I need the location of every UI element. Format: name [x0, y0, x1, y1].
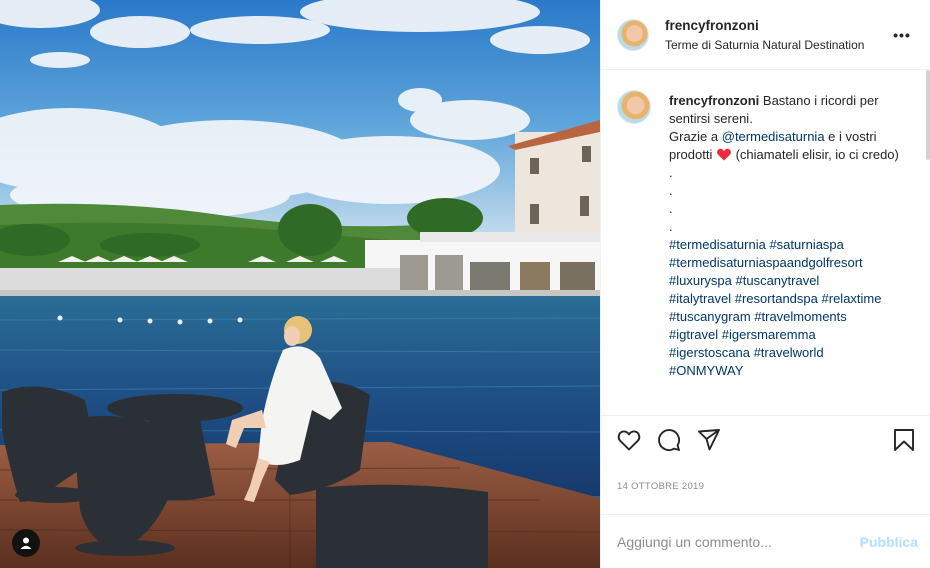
caption: frencyfronzoni Bastano i ricordi per sen… [617, 90, 914, 380]
hashtag-link[interactable]: #travelworld [754, 345, 824, 360]
avatar[interactable] [617, 18, 649, 51]
more-options-button[interactable]: ••• [890, 23, 914, 47]
comment-icon [658, 428, 681, 451]
header-username[interactable]: frencyfronzoni [665, 18, 864, 33]
hashtag-link[interactable]: #italytravel [669, 291, 731, 306]
caption-dot: . [669, 183, 673, 198]
photo-scene [0, 0, 600, 568]
hashtag-link[interactable]: #travelmoments [754, 309, 846, 324]
post-photo[interactable] [0, 0, 600, 568]
comments-section: frencyfronzoni Bastano i ricordi per sen… [601, 70, 930, 415]
caption-dot: . [669, 165, 673, 180]
red-heart-emoji-icon [717, 148, 731, 161]
comment-button[interactable] [655, 426, 683, 454]
bookmark-icon [894, 428, 914, 451]
caption-username[interactable]: frencyfronzoni [669, 93, 759, 108]
hashtag-link[interactable]: #tuscanygram [669, 309, 751, 324]
caption-avatar[interactable] [617, 90, 651, 124]
hashtag-link[interactable]: #igtravel [669, 327, 718, 342]
mention-link[interactable]: @termedisaturnia [722, 129, 825, 144]
hashtag-link[interactable]: #termedisaturniaspaandgolfresort [669, 255, 863, 270]
hashtag-link[interactable]: #termedisaturnia [669, 237, 766, 252]
like-button[interactable] [615, 426, 643, 454]
header-location[interactable]: Terme di Saturnia Natural Destination [665, 38, 864, 52]
hashtag-link[interactable]: #resortandspa [735, 291, 818, 306]
instagram-post: frencyfronzoni Terme di Saturnia Natural… [0, 0, 930, 568]
comment-input[interactable] [617, 533, 860, 550]
user-tag-button[interactable] [12, 529, 40, 557]
hashtag-link[interactable]: #luxuryspa [669, 273, 732, 288]
post-actions [601, 415, 930, 463]
hashtag-link[interactable]: #ONMYWAY [669, 363, 743, 378]
hashtag-link[interactable]: #igersmaremma [722, 327, 816, 342]
user-tag-icon [20, 537, 32, 549]
hashtag-link[interactable]: #relaxtime [822, 291, 882, 306]
caption-after-heart: (chiamateli elisir, io ci credo) [731, 147, 899, 162]
share-button[interactable] [695, 426, 723, 454]
post-date[interactable]: 14 OTTOBRE 2019 [601, 463, 930, 497]
caption-dot: . [669, 219, 673, 234]
hashtag-link[interactable]: #saturniaspa [769, 237, 843, 252]
hashtag-link[interactable]: #tuscanytravel [736, 273, 820, 288]
caption-grazie: Grazie a [669, 129, 722, 144]
paper-plane-icon [698, 428, 720, 450]
publish-button[interactable]: Pubblica [860, 534, 918, 550]
comments-scrollbar[interactable] [926, 70, 930, 160]
hashtag-link[interactable]: #igerstoscana [669, 345, 750, 360]
post-header: frencyfronzoni Terme di Saturnia Natural… [601, 0, 930, 70]
save-button[interactable] [890, 426, 918, 454]
post-sidebar: frencyfronzoni Terme di Saturnia Natural… [600, 0, 930, 568]
caption-text: frencyfronzoni Bastano i ricordi per sen… [669, 92, 914, 380]
add-comment-bar: Pubblica [601, 514, 930, 568]
caption-dot: . [669, 201, 673, 216]
header-meta: frencyfronzoni Terme di Saturnia Natural… [665, 18, 864, 52]
more-horizontal-icon: ••• [893, 26, 911, 43]
heart-outline-icon [617, 430, 641, 450]
